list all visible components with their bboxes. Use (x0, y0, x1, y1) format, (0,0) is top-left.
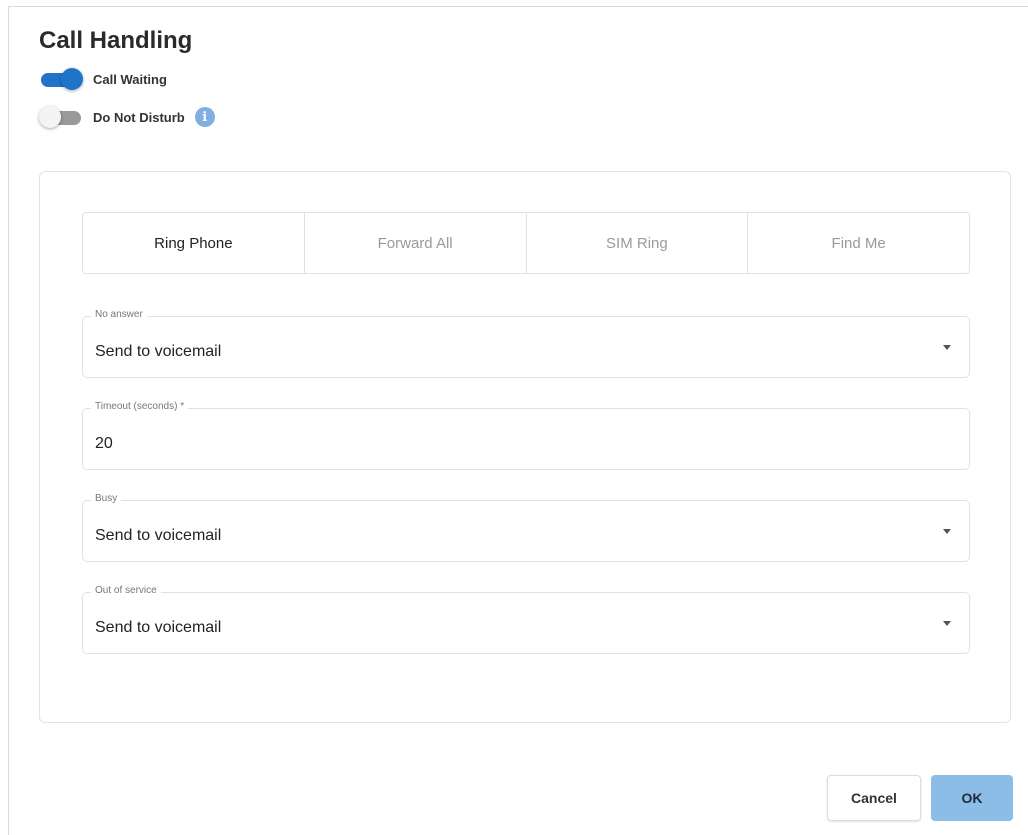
do-not-disturb-label: Do Not Disturb (93, 109, 185, 125)
call-waiting-label: Call Waiting (93, 71, 167, 87)
tab-find-me[interactable]: Find Me (748, 213, 969, 273)
chevron-down-icon (943, 345, 951, 350)
call-waiting-toggle[interactable] (39, 67, 83, 91)
tab-sim-ring[interactable]: SIM Ring (527, 213, 749, 273)
call-waiting-row: Call Waiting (39, 67, 167, 91)
no-answer-select[interactable]: No answer Send to voicemail (82, 309, 970, 378)
ok-button[interactable]: OK (931, 775, 1013, 821)
toggle-knob (39, 106, 61, 128)
routing-tabs: Ring Phone Forward All SIM Ring Find Me (82, 212, 970, 274)
timeout-value: 20 (95, 435, 113, 452)
dialog-title: Call Handling (39, 27, 193, 54)
call-handling-dialog: Call Handling Call Waiting Do Not Distur… (8, 6, 1028, 835)
out-of-service-label: Out of service (91, 585, 161, 596)
busy-value: Send to voicemail (95, 527, 222, 544)
out-of-service-select[interactable]: Out of service Send to voicemail (82, 585, 970, 654)
do-not-disturb-row: Do Not Disturb i (39, 105, 215, 129)
chevron-down-icon (943, 621, 951, 626)
timeout-label: Timeout (seconds) * (91, 401, 189, 412)
out-of-service-value: Send to voicemail (95, 619, 222, 636)
tab-forward-all[interactable]: Forward All (305, 213, 527, 273)
no-answer-value: Send to voicemail (95, 343, 222, 360)
tab-ring-phone[interactable]: Ring Phone (83, 213, 305, 273)
info-icon[interactable]: i (194, 107, 215, 127)
busy-label: Busy (91, 493, 122, 504)
busy-select[interactable]: Busy Send to voicemail (82, 493, 970, 562)
toggle-knob (61, 68, 83, 90)
do-not-disturb-toggle[interactable] (39, 105, 83, 129)
chevron-down-icon (943, 529, 951, 534)
cancel-button[interactable]: Cancel (827, 775, 921, 821)
timeout-input[interactable]: Timeout (seconds) * 20 (82, 401, 970, 470)
call-routing-panel: Ring Phone Forward All SIM Ring Find Me … (39, 171, 1011, 723)
no-answer-label: No answer (91, 309, 147, 320)
